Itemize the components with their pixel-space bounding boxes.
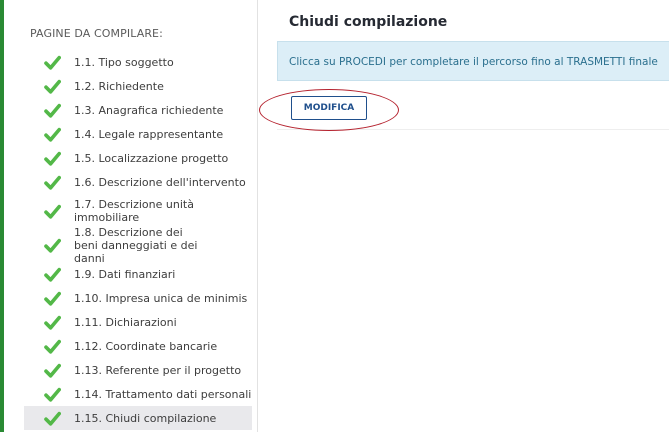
checkmark-icon: [44, 339, 61, 354]
sidebar-item-label: 1.2. Richiedente: [74, 79, 164, 93]
sidebar-item[interactable]: 1.14. Trattamento dati personali: [24, 382, 252, 406]
sidebar-item-label: 1.6. Descrizione dell'intervento: [74, 175, 246, 189]
sidebar-item-label: 1.8. Descrizione dei beni danneggiati e …: [74, 225, 198, 265]
sidebar-item[interactable]: 1.9. Dati finanziari: [24, 262, 252, 286]
sidebar-title: PAGINE DA COMPILARE:: [30, 27, 163, 40]
checkmark-icon: [44, 363, 61, 378]
sidebar-item-label: 1.1. Tipo soggetto: [74, 55, 174, 69]
sidebar-item[interactable]: 1.2. Richiedente: [24, 74, 252, 98]
sidebar-item[interactable]: 1.5. Localizzazione progetto: [24, 146, 252, 170]
sidebar-item-label: 1.4. Legale rappresentante: [74, 127, 224, 141]
sidebar-item-label: 1.10. Impresa unica de minimis: [74, 291, 248, 305]
checkmark-icon: [44, 103, 61, 118]
checkmark-icon: [44, 79, 61, 94]
checkmark-icon: [44, 267, 61, 282]
sidebar-item-label: 1.14. Trattamento dati personali: [74, 387, 252, 401]
sidebar-item[interactable]: 1.15. Chiudi compilazione: [24, 406, 252, 430]
checkmark-icon: [44, 204, 61, 219]
page-title: Chiudi compilazione: [289, 14, 448, 30]
checkmark-icon: [44, 387, 61, 402]
checkmark-icon: [44, 151, 61, 166]
checkmark-icon: [44, 238, 61, 253]
sidebar-item-label: 1.13. Referente per il progetto: [74, 363, 242, 377]
sidebar-item-label: 1.5. Localizzazione progetto: [74, 151, 229, 165]
checkmark-icon: [44, 175, 61, 190]
sidebar-item[interactable]: 1.13. Referente per il progetto: [24, 358, 252, 382]
checkmark-icon: [44, 127, 61, 142]
info-message: Clicca su PROCEDI per completare il perc…: [289, 56, 658, 68]
sidebar-item[interactable]: 1.6. Descrizione dell'intervento: [24, 170, 252, 194]
checkmark-icon: [44, 315, 61, 330]
sidebar-item[interactable]: 1.10. Impresa unica de minimis: [24, 286, 252, 310]
checkmark-icon: [44, 55, 61, 70]
nav-list: 1.1. Tipo soggetto 1.2. Richiedente 1.3. A…: [24, 50, 252, 430]
sidebar-item-label: 1.11. Dichiarazioni: [74, 315, 177, 329]
sidebar: PAGINE DA COMPILARE: 1.1. Tipo soggetto 1…: [0, 0, 258, 432]
sidebar-item-label: 1.15. Chiudi compilazione: [74, 411, 217, 425]
sidebar-item[interactable]: 1.1. Tipo soggetto: [24, 50, 252, 74]
sidebar-item[interactable]: 1.11. Dichiarazioni: [24, 310, 252, 334]
sidebar-item-label: 1.3. Anagrafica richiedente: [74, 103, 224, 117]
divider: [277, 129, 669, 130]
sidebar-item[interactable]: 1.12. Coordinate bancarie: [24, 334, 252, 358]
sidebar-item[interactable]: 1.8. Descrizione dei beni danneggiati e …: [24, 225, 252, 265]
sidebar-item-label: 1.7. Descrizione unità immobiliare: [74, 198, 194, 224]
checkmark-icon: [44, 291, 61, 306]
sidebar-item[interactable]: 1.3. Anagrafica richiedente: [24, 98, 252, 122]
sidebar-item[interactable]: 1.4. Legale rappresentante: [24, 122, 252, 146]
sidebar-item[interactable]: 1.7. Descrizione unità immobiliare: [24, 194, 252, 228]
checkmark-icon: [44, 411, 61, 426]
sidebar-item-label: 1.9. Dati finanziari: [74, 267, 176, 281]
sidebar-item-label: 1.12. Coordinate bancarie: [74, 339, 218, 353]
modify-button[interactable]: MODIFICA: [291, 96, 367, 120]
